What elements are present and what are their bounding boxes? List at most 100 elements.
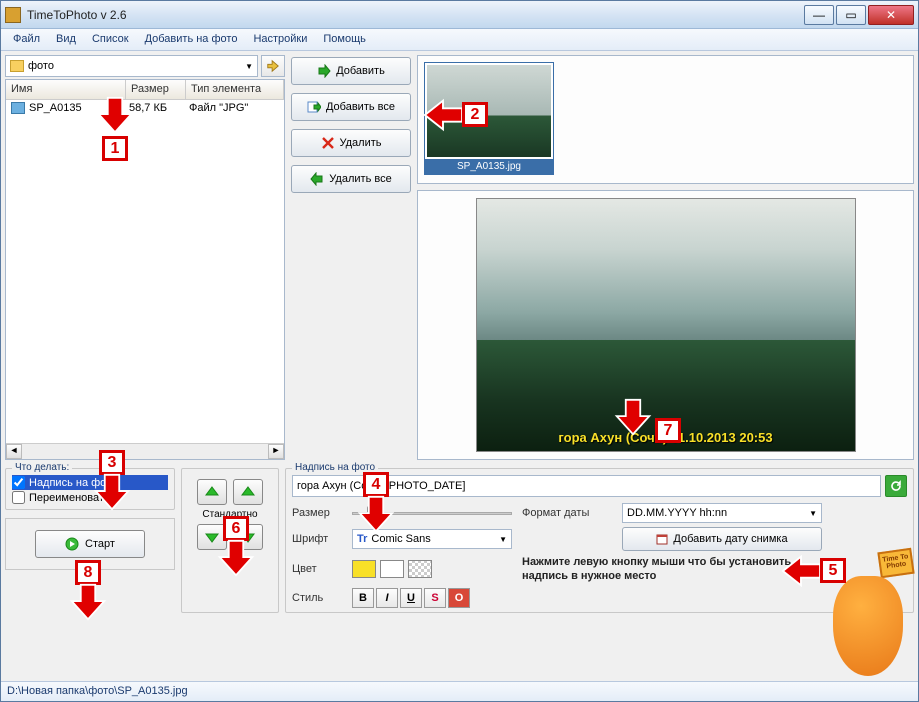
hint-text: Нажмите левую кнопку мыши что бы установ… (522, 555, 822, 584)
col-header-type[interactable]: Тип элемента (186, 80, 284, 99)
color-transparent-button[interactable] (408, 560, 432, 578)
folder-path-label: фото (28, 60, 54, 72)
file-type: Файл "JPG" (189, 102, 279, 114)
add-all-button[interactable]: Добавить все (291, 93, 411, 121)
preview-image[interactable]: гора Ахун (Сочи) 01.10.2013 20:53 (476, 198, 856, 452)
pos-up-left-button[interactable] (197, 479, 227, 505)
statusbar: D:\Новая папка\фото\SP_A0135.jpg (1, 681, 918, 701)
file-list-header: Имя Размер Тип элемента (6, 80, 284, 100)
play-icon (65, 537, 79, 551)
chevron-down-icon: ▼ (499, 535, 507, 544)
file-size: 58,7 КБ (129, 102, 189, 114)
option-rename-label: Переименовать (29, 492, 110, 504)
arrow-right-icon (317, 64, 331, 78)
scroll-right-icon[interactable]: ► (268, 444, 284, 459)
remove-button[interactable]: Удалить (291, 129, 411, 157)
close-button[interactable]: ✕ (868, 5, 914, 25)
outline-button[interactable]: O (448, 588, 470, 608)
remove-all-button[interactable]: Удалить все (291, 165, 411, 193)
what-to-do-legend: Что делать: (12, 462, 72, 473)
pos-down-right-button[interactable] (233, 524, 263, 550)
folder-up-button[interactable] (261, 55, 285, 77)
menu-settings[interactable]: Настройки (245, 29, 315, 50)
underline-button[interactable]: U (400, 588, 422, 608)
dateformat-label: Формат даты (522, 507, 612, 519)
col-header-size[interactable]: Размер (126, 80, 186, 99)
color-swatch-bg[interactable] (380, 560, 404, 578)
thumbnail-panel: SP_A0135.jpg (417, 55, 914, 184)
add-date-label: Добавить дату снимка (673, 533, 787, 545)
option-caption-on-photo[interactable]: Надпись на фото (12, 475, 168, 490)
minimize-button[interactable]: — (804, 5, 834, 25)
folder-icon (10, 60, 24, 72)
scroll-left-icon[interactable]: ◄ (6, 444, 22, 459)
menu-add-to-photo[interactable]: Добавить на фото (137, 29, 246, 50)
thumbnail-item[interactable]: SP_A0135.jpg (424, 62, 554, 175)
mascot-sign: Time To Photo (877, 548, 914, 578)
caption-legend: Надпись на фото (292, 462, 378, 473)
size-slider[interactable] (352, 504, 512, 522)
maximize-button[interactable]: ▭ (836, 5, 866, 25)
menu-view[interactable]: Вид (48, 29, 84, 50)
italic-button[interactable]: I (376, 588, 398, 608)
what-to-do-group: Что делать: Надпись на фото Переименоват… (5, 468, 175, 510)
menubar: Файл Вид Список Добавить на фото Настрой… (1, 29, 918, 51)
size-label: Размер (292, 507, 342, 519)
thumbnail-caption: SP_A0135.jpg (425, 159, 553, 174)
font-combo[interactable]: Tr Comic Sans ▼ (352, 529, 512, 549)
file-list-scrollbar[interactable]: ◄ ► (6, 443, 284, 459)
scroll-track[interactable] (22, 444, 268, 459)
thumbnail-image (427, 65, 551, 157)
menu-help[interactable]: Помощь (315, 29, 374, 50)
color-swatch[interactable] (352, 560, 376, 578)
pos-up-right-button[interactable] (233, 479, 263, 505)
preview-panel: гора Ахун (Сочи) 01.10.2013 20:53 (417, 190, 914, 460)
client-area: фото ▼ Имя Размер Тип элемента (1, 51, 918, 681)
add-all-icon (307, 100, 321, 114)
arrow-left-icon (310, 172, 324, 186)
caption-apply-button[interactable] (885, 475, 907, 497)
font-label: Шрифт (292, 533, 342, 545)
caption-checkbox[interactable] (12, 476, 25, 489)
default-label: Стандартно (202, 509, 257, 520)
file-row[interactable]: SP_A0135 58,7 КБ Файл "JPG" (6, 100, 284, 116)
calendar-icon (656, 533, 668, 545)
add-button[interactable]: Добавить (291, 57, 411, 85)
folder-path-combo[interactable]: фото ▼ (5, 55, 258, 77)
add-all-label: Добавить все (326, 101, 395, 113)
dateformat-combo[interactable]: DD.MM.YYYY hh:nn ▼ (622, 503, 822, 523)
start-label: Старт (85, 538, 115, 550)
image-file-icon (11, 102, 25, 114)
add-date-button[interactable]: Добавить дату снимка (622, 527, 822, 551)
status-text: D:\Новая папка\фото\SP_A0135.jpg (7, 685, 188, 697)
start-button[interactable]: Старт (35, 530, 145, 558)
delete-icon (321, 136, 335, 150)
caption-text-input[interactable] (292, 475, 881, 497)
bold-button[interactable]: B (352, 588, 374, 608)
font-glyph-icon: Tr (357, 533, 367, 545)
position-arrows-group: Стандартно (181, 468, 279, 613)
col-header-name[interactable]: Имя (6, 80, 126, 99)
refresh-icon (890, 480, 902, 492)
app-icon (5, 7, 21, 23)
window-title: TimeToPhoto v 2.6 (27, 8, 804, 22)
slider-knob[interactable] (367, 506, 377, 522)
preview-caption: гора Ахун (Сочи) 01.10.2013 20:53 (477, 430, 855, 445)
app-window: TimeToPhoto v 2.6 — ▭ ✕ Файл Вид Список … (0, 0, 919, 702)
remove-all-label: Удалить все (329, 173, 391, 185)
menu-file[interactable]: Файл (5, 29, 48, 50)
style-label: Стиль (292, 592, 342, 604)
file-name: SP_A0135 (29, 102, 129, 114)
pos-down-left-button[interactable] (197, 524, 227, 550)
rename-checkbox[interactable] (12, 491, 25, 504)
strike-button[interactable]: S (424, 588, 446, 608)
remove-label: Удалить (340, 137, 382, 149)
font-value: Comic Sans (371, 533, 430, 545)
option-rename[interactable]: Переименовать (12, 490, 168, 505)
menu-list[interactable]: Список (84, 29, 137, 50)
mascot-character: Time To Photo (823, 546, 913, 676)
titlebar: TimeToPhoto v 2.6 — ▭ ✕ (1, 1, 918, 29)
start-panel: Старт (5, 518, 175, 570)
file-list[interactable]: Имя Размер Тип элемента SP_A0135 58,7 КБ… (5, 79, 285, 460)
chevron-down-icon: ▼ (809, 509, 817, 518)
